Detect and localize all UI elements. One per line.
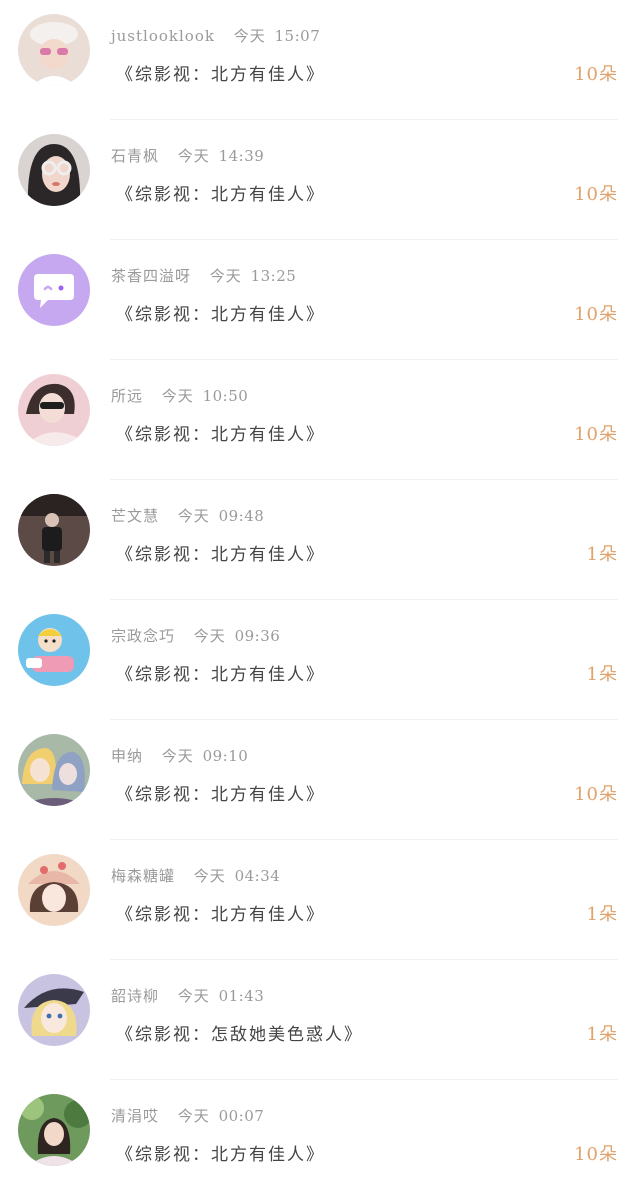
gift-record-list: justlooklook 今天 15:07 《综影视：北方有佳人》 10朵 石青…	[0, 0, 640, 1189]
avatar[interactable]	[18, 1094, 90, 1166]
user-avatar-photo-icon	[18, 494, 90, 566]
sender-name: 宗政念巧	[111, 627, 176, 645]
sender-name: 梅森糖罐	[111, 867, 176, 885]
gift-time: 15:07	[274, 27, 321, 45]
gift-time: 09:10	[202, 747, 249, 765]
list-item[interactable]: 芒文慧 今天 09:48 《综影视：北方有佳人》 1朵	[0, 480, 640, 600]
anime-avatar-icon	[18, 974, 90, 1046]
book-title[interactable]: 《综影视：北方有佳人》	[116, 420, 325, 445]
cartoon-avatar-icon	[18, 614, 90, 686]
today-label: 今天	[177, 987, 210, 1005]
sender-name: 石青枫	[111, 147, 160, 165]
today-label: 今天	[193, 627, 226, 645]
list-item[interactable]: 梅森糖罐 今天 04:34 《综影视：北方有佳人》 1朵	[0, 840, 640, 960]
list-item[interactable]: 所远 今天 10:50 《综影视：北方有佳人》 10朵	[0, 360, 640, 480]
sender-name: 芒文慧	[111, 507, 160, 525]
today-label: 今天	[209, 267, 242, 285]
book-title[interactable]: 《综影视：北方有佳人》	[116, 60, 325, 85]
gift-amount: 1朵	[586, 544, 618, 565]
sender-meta: 韶诗柳 今天 01:43	[111, 985, 264, 1006]
list-item[interactable]: 申纳 今天 09:10 《综影视：北方有佳人》 10朵	[0, 720, 640, 840]
today-label: 今天	[177, 147, 210, 165]
avatar[interactable]	[18, 614, 90, 686]
gift-time: 09:48	[218, 507, 265, 525]
gift-time: 14:39	[218, 147, 265, 165]
gift-time: 01:43	[218, 987, 265, 1005]
sender-name: justlooklook	[111, 27, 215, 45]
gift-amount: 10朵	[574, 784, 618, 805]
today-label: 今天	[161, 387, 194, 405]
gift-time: 09:36	[234, 627, 281, 645]
today-label: 今天	[233, 27, 266, 45]
today-label: 今天	[177, 1107, 210, 1125]
gift-time: 04:34	[234, 867, 281, 885]
avatar[interactable]	[18, 494, 90, 566]
avatar[interactable]	[18, 14, 90, 86]
gift-time: 10:50	[202, 387, 249, 405]
today-label: 今天	[161, 747, 194, 765]
book-title[interactable]: 《综影视：北方有佳人》	[116, 780, 325, 805]
sender-meta: justlooklook 今天 15:07	[111, 25, 320, 46]
sender-name: 清涓哎	[111, 1107, 160, 1125]
gift-time: 13:25	[250, 267, 297, 285]
list-item[interactable]: justlooklook 今天 15:07 《综影视：北方有佳人》 10朵	[0, 0, 640, 120]
gift-amount: 10朵	[574, 184, 618, 205]
sender-name: 茶香四溢呀	[111, 267, 192, 285]
list-item[interactable]: 清涓哎 今天 00:07 《综影视：北方有佳人》 10朵	[0, 1080, 640, 1200]
gift-amount: 10朵	[574, 1144, 618, 1165]
avatar[interactable]	[18, 134, 90, 206]
user-avatar-photo-icon	[18, 14, 90, 86]
user-avatar-photo-icon	[18, 854, 90, 926]
user-avatar-photo-icon	[18, 374, 90, 446]
sender-meta: 石青枫 今天 14:39	[111, 145, 264, 166]
avatar[interactable]	[18, 854, 90, 926]
gift-time: 00:07	[218, 1107, 265, 1125]
gift-amount: 10朵	[574, 304, 618, 325]
sender-meta: 宗政念巧 今天 09:36	[111, 625, 280, 646]
gift-amount: 1朵	[586, 664, 618, 685]
avatar[interactable]	[18, 374, 90, 446]
book-title[interactable]: 《综影视：北方有佳人》	[116, 300, 325, 325]
book-title[interactable]: 《综影视：北方有佳人》	[116, 900, 325, 925]
gift-amount: 10朵	[574, 424, 618, 445]
avatar[interactable]	[18, 974, 90, 1046]
book-title[interactable]: 《综影视：北方有佳人》	[116, 1140, 325, 1165]
list-item[interactable]: 韶诗柳 今天 01:43 《综影视：怎敌她美色惑人》 1朵	[0, 960, 640, 1080]
sender-meta: 清涓哎 今天 00:07	[111, 1105, 264, 1126]
sender-name: 所远	[111, 387, 144, 405]
avatar[interactable]	[18, 254, 90, 326]
today-label: 今天	[193, 867, 226, 885]
anime-avatar-icon	[18, 734, 90, 806]
book-title[interactable]: 《综影视：北方有佳人》	[116, 660, 325, 685]
sender-name: 韶诗柳	[111, 987, 160, 1005]
sender-meta: 申纳 今天 09:10	[111, 745, 248, 766]
user-avatar-photo-icon	[18, 1094, 90, 1166]
list-item[interactable]: 石青枫 今天 14:39 《综影视：北方有佳人》 10朵	[0, 120, 640, 240]
gift-amount: 1朵	[586, 1024, 618, 1045]
avatar[interactable]	[18, 734, 90, 806]
list-item[interactable]: 宗政念巧 今天 09:36 《综影视：北方有佳人》 1朵	[0, 600, 640, 720]
sender-meta: 梅森糖罐 今天 04:34	[111, 865, 280, 886]
gift-amount: 1朵	[586, 904, 618, 925]
sender-meta: 茶香四溢呀 今天 13:25	[111, 265, 296, 286]
user-avatar-photo-icon	[18, 134, 90, 206]
book-title[interactable]: 《综影视：怎敌她美色惑人》	[116, 1020, 363, 1045]
book-title[interactable]: 《综影视：北方有佳人》	[116, 540, 325, 565]
sender-name: 申纳	[111, 747, 144, 765]
list-item[interactable]: 茶香四溢呀 今天 13:25 《综影视：北方有佳人》 10朵	[0, 240, 640, 360]
chat-bubble-avatar-icon	[18, 254, 90, 326]
gift-amount: 10朵	[574, 64, 618, 85]
sender-meta: 所远 今天 10:50	[111, 385, 248, 406]
today-label: 今天	[177, 507, 210, 525]
sender-meta: 芒文慧 今天 09:48	[111, 505, 264, 526]
book-title[interactable]: 《综影视：北方有佳人》	[116, 180, 325, 205]
